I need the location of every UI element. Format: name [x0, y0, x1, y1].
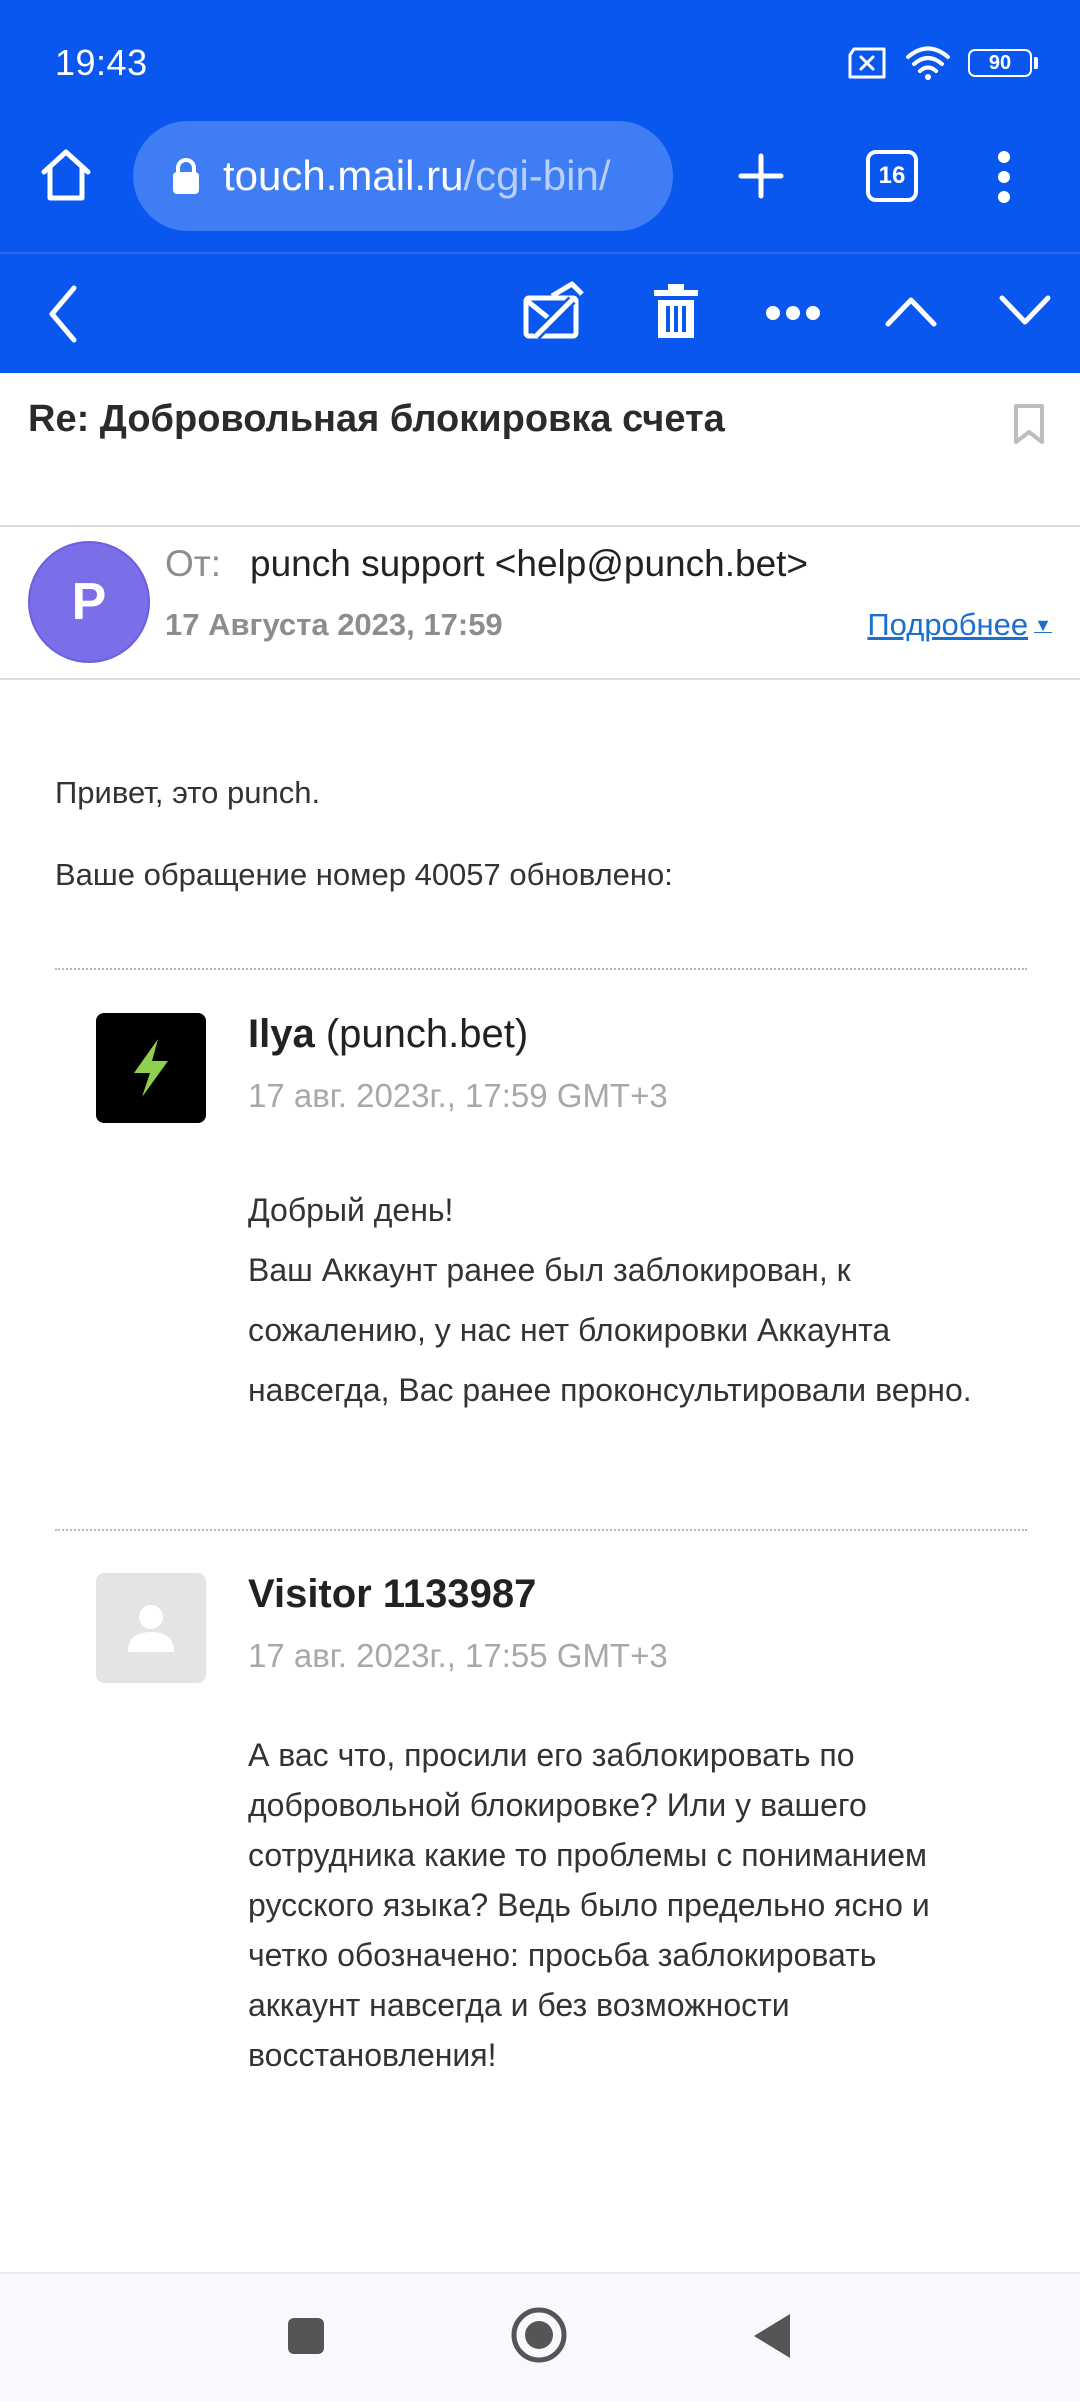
- message-body: А вас что, просили его заблокировать по …: [248, 1730, 1028, 2080]
- message-separator: [55, 968, 1027, 970]
- message-line: Ваш Аккаунт ранее был заблокирован, к: [248, 1252, 851, 1288]
- details-label: Подробнее: [867, 607, 1029, 642]
- message-date: 17 авг. 2023г., 17:55 GMT+3: [248, 1637, 668, 1674]
- address-bar[interactable]: touch.mail.ru/cgi-bin/: [133, 121, 673, 231]
- from-label: От:: [165, 543, 222, 584]
- status-icons: 90: [846, 46, 1038, 80]
- message-separator: [55, 1529, 1027, 1531]
- message-line: А вас что, просили его заблокировать по: [248, 1737, 855, 1773]
- home-nav-icon[interactable]: [510, 2306, 568, 2364]
- greeting-text: Привет, это punch.: [55, 775, 321, 810]
- intro-text: Ваше обращение номер 40057 обновлено:: [55, 857, 673, 892]
- tabs-button[interactable]: 16: [866, 150, 918, 202]
- url-path: /cgi-bin/: [463, 152, 611, 199]
- message-line: добровольной блокировке? Или у вашего: [248, 1787, 867, 1823]
- message-line: аккаунт навсегда и без возможности: [248, 1987, 790, 2023]
- message-date: 17 авг. 2023г., 17:59 GMT+3: [248, 1077, 668, 1114]
- message-line: навсегда, Вас ранее проконсультировали в…: [248, 1372, 972, 1408]
- status-time: 19:43: [55, 42, 148, 83]
- tabs-count: 16: [878, 162, 906, 189]
- next-message-icon[interactable]: [998, 294, 1052, 328]
- status-bar: 19:43 90: [0, 0, 1080, 120]
- caret-down-icon: ▼: [1034, 614, 1052, 635]
- battery-icon: 90: [968, 49, 1038, 77]
- author-name: Ilya: [248, 1012, 315, 1056]
- url-text[interactable]: touch.mail.ru/cgi-bin/: [223, 152, 611, 200]
- mark-unread-icon[interactable]: [522, 280, 586, 340]
- battery-level: 90: [988, 51, 1012, 74]
- lock-icon: [173, 158, 199, 194]
- new-tab-icon[interactable]: [737, 152, 785, 200]
- visitor-avatar: [96, 1573, 206, 1683]
- system-nav-bar: [0, 2272, 1080, 2402]
- details-link[interactable]: Подробнее ▼: [867, 607, 1052, 643]
- home-icon[interactable]: [38, 148, 94, 202]
- message-line: Добрый день!: [248, 1192, 454, 1228]
- header-divider: [0, 525, 1080, 527]
- message-line: сотрудника какие то проблемы с понимание…: [248, 1837, 928, 1873]
- author-suffix: (punch.bet): [325, 1012, 529, 1056]
- message-author: Visitor 1133987: [248, 1572, 536, 1617]
- lightning-icon: [134, 1039, 168, 1097]
- user-placeholder-icon: [128, 1605, 174, 1652]
- delete-icon[interactable]: [652, 282, 700, 340]
- mail-toolbar: [0, 254, 1080, 373]
- url-host: touch.mail.ru: [223, 152, 464, 199]
- recents-icon[interactable]: [286, 2316, 326, 2356]
- sender-avatar: P: [28, 541, 150, 663]
- sim-off-icon: [848, 47, 886, 79]
- message-line: четко обозначено: просьба заблокировать: [248, 1937, 877, 1973]
- back-icon[interactable]: [46, 284, 80, 344]
- email-date: 17 Августа 2023, 17:59: [165, 607, 503, 642]
- message-line: русского языка? Ведь было предельно ясно…: [248, 1887, 930, 1923]
- more-icon[interactable]: [764, 304, 822, 322]
- agent-avatar: [96, 1013, 206, 1123]
- author-name: Visitor 1133987: [248, 1572, 537, 1616]
- message-line: восстановления!: [248, 2037, 497, 2073]
- back-nav-icon[interactable]: [752, 2312, 792, 2360]
- header-bottom-divider: [0, 678, 1080, 680]
- message-body: Добрый день! Ваш Аккаунт ранее был забло…: [248, 1180, 1028, 1420]
- from-address: punch support <help@punch.bet>: [250, 543, 809, 584]
- browser-menu-icon[interactable]: [994, 150, 1014, 204]
- message-line: сожалению, у нас нет блокировки Аккаунта: [248, 1312, 891, 1348]
- message-author: Ilya (punch.bet): [248, 1012, 528, 1057]
- wifi-icon: [906, 46, 950, 80]
- email-subject: Re: Добровольная блокировка счета: [28, 398, 725, 440]
- previous-message-icon[interactable]: [884, 294, 938, 328]
- bookmark-icon[interactable]: [1012, 402, 1046, 446]
